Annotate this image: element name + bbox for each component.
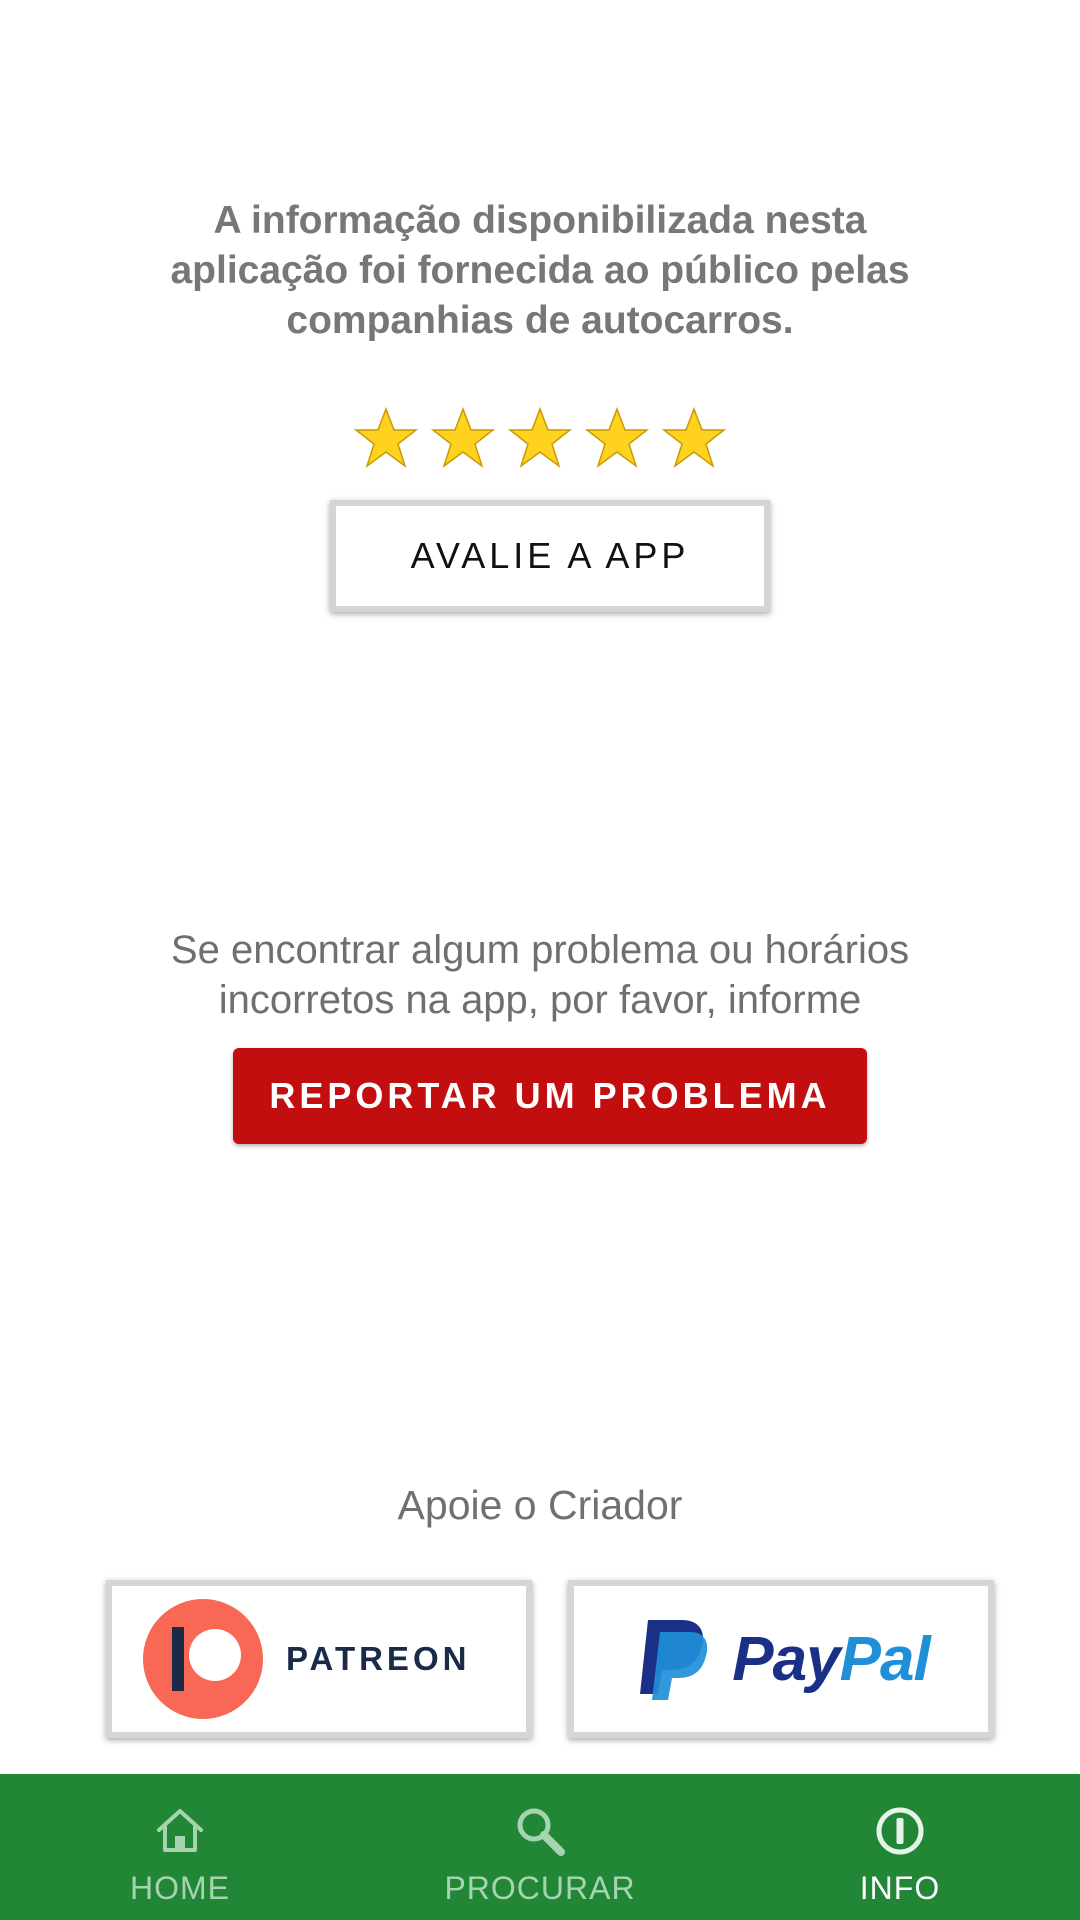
info-screen: A informação disponibilizada nesta aplic…: [0, 0, 1080, 1920]
star-icon: [508, 406, 572, 468]
report-prompt: Se encontrar algum problema ou horários …: [170, 928, 910, 1022]
nav-search[interactable]: PROCURAR: [360, 1774, 720, 1920]
paypal-word-pay: Pay: [732, 1624, 840, 1694]
rate-app-button[interactable]: AVALIE A APP: [330, 500, 770, 612]
home-icon: [157, 1809, 203, 1852]
data-source-notice: A informação disponibilizada nesta aplic…: [170, 199, 910, 342]
star-icon: [662, 406, 726, 468]
nav-info[interactable]: INFO: [720, 1774, 1080, 1920]
search-icon: [517, 1808, 565, 1856]
star-icon: [354, 406, 418, 468]
paypal-word-pal: Pal: [839, 1624, 931, 1694]
rating-stars[interactable]: [0, 406, 1080, 470]
report-problem-button[interactable]: REPORTAR UM PROBLEMA: [233, 1048, 867, 1144]
patreon-wordmark: PATREON: [286, 1640, 471, 1677]
nav-info-label: INFO: [859, 1870, 941, 1906]
support-title: Apoie o Criador: [397, 1482, 683, 1528]
star-icon: [431, 406, 495, 468]
patreon-logo-icon: [143, 1599, 263, 1719]
paypal-logo-icon: [640, 1620, 708, 1700]
patreon-button[interactable]: PATREON: [106, 1580, 532, 1738]
bottom-navigation: HOME PROCURAR INFO: [0, 1774, 1080, 1920]
info-icon: [876, 1807, 924, 1855]
paypal-button[interactable]: PayPal: [568, 1580, 994, 1738]
nav-home-label: HOME: [130, 1870, 230, 1906]
nav-home[interactable]: HOME: [0, 1774, 360, 1920]
nav-search-label: PROCURAR: [444, 1870, 636, 1906]
star-icon: [585, 406, 649, 468]
paypal-wordmark: PayPal: [732, 1624, 931, 1695]
